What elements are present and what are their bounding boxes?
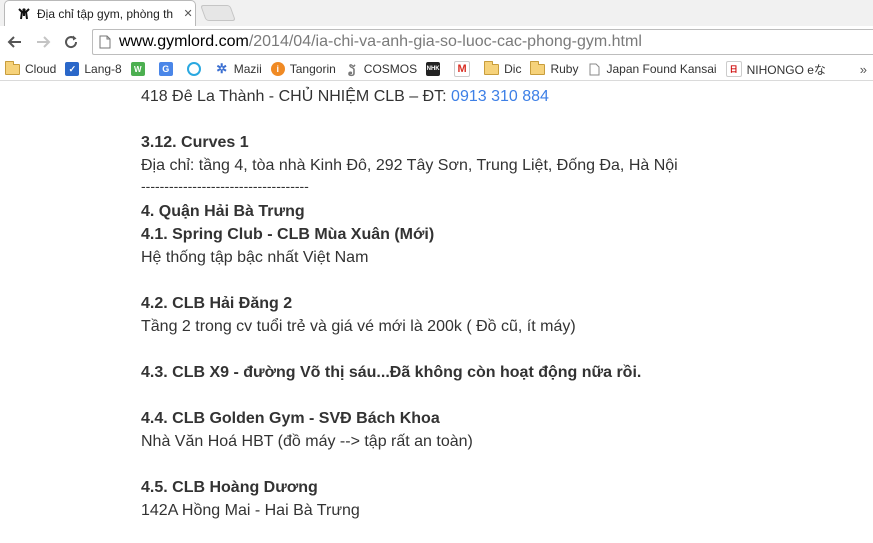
bookmark-label: NIHONGO eな	[746, 62, 826, 77]
section-description: Nhà Văn Hoá HBT (đồ máy --> tập rất an t…	[141, 433, 473, 450]
circle-app-icon	[186, 62, 201, 76]
tab-strip: Địa chỉ tập gym, phòng th ✕	[0, 0, 873, 26]
gymlord-favicon-icon	[17, 7, 31, 21]
bookmark-tangorin[interactable]: i Tangorin	[270, 62, 336, 76]
checkbox-icon: ✓	[65, 62, 80, 76]
bookmark-circle-app[interactable]	[186, 62, 206, 76]
gear-icon: ✲	[216, 61, 228, 76]
close-tab-icon[interactable]: ✕	[181, 7, 195, 20]
bookmark-label: Lang-8	[84, 62, 122, 76]
section-description: Hệ thống tập bậc nhất Việt Nam	[141, 249, 369, 266]
new-tab-button[interactable]	[200, 5, 236, 21]
nihongo-icon: 日	[725, 61, 742, 77]
url-host: www.gymlord.com	[119, 33, 249, 50]
section-description: Tầng 2 trong cv tuổi trẻ và giá vé mới l…	[141, 318, 576, 335]
nhk-icon: NHK	[426, 62, 441, 76]
bookmark-label: Tangorin	[289, 62, 336, 76]
bookmarks-bar: Cloud ✓ Lang-8 W G ✲ Mazii i Tangorin ຽ COSM…	[0, 58, 873, 81]
forward-arrow-icon	[37, 36, 51, 48]
browser-tab[interactable]: Địa chỉ tập gym, phòng th ✕	[4, 0, 196, 26]
folder-icon	[530, 60, 546, 75]
tab-title: Địa chỉ tập gym, phòng th	[37, 6, 174, 21]
section-title: 4.4. CLB Golden Gym - SVĐ Bách Khoa	[141, 410, 440, 427]
contact-text: 418 Đê La Thành - CHỦ NHIỆM CLB – ĐT:	[141, 88, 452, 105]
bookmark-label: Mazii	[233, 62, 262, 76]
bookmark-cloud[interactable]: Cloud	[5, 60, 57, 76]
translate-icon: G	[158, 62, 173, 76]
bookmark-label: Japan Found Kansai	[606, 62, 717, 76]
bookmark-ruby[interactable]: Ruby	[530, 60, 579, 76]
section-title: 3.12. Curves 1	[141, 134, 249, 151]
back-button[interactable]	[2, 29, 28, 55]
bookmark-wordbook[interactable]: W	[130, 62, 150, 76]
folder-icon	[484, 60, 500, 75]
section-title: 4.1. Spring Club - CLB Mùa Xuân (Mới)	[141, 226, 435, 243]
more-bookmarks-icon[interactable]: »	[860, 62, 867, 77]
cosmos-icon: ຽ	[347, 62, 356, 76]
section-address: Địa chỉ: tầng 4, tòa nhà Kinh Đô, 292 Tâ…	[141, 157, 678, 174]
page-icon	[587, 62, 601, 76]
bookmark-translate[interactable]: G	[158, 62, 178, 76]
wordbook-icon: W	[130, 62, 145, 76]
bookmark-japan-found-kansai[interactable]: Japan Found Kansai	[587, 62, 717, 76]
back-arrow-icon	[7, 36, 21, 48]
section-title: 4.2. CLB Hải Đăng 2	[141, 295, 293, 312]
bookmark-nhk[interactable]: NHK	[426, 62, 445, 76]
reload-button[interactable]	[58, 29, 84, 55]
bookmark-label: Dic	[504, 62, 522, 76]
section-description: 142A Hồng Mai - Hai Bà Trưng	[141, 502, 360, 519]
browser-toolbar: www.gymlord.com/2014/04/ia-chi-va-anh-gi…	[0, 26, 873, 58]
bookmark-mazii[interactable]: ✲ Mazii	[215, 61, 262, 76]
gmail-icon: M	[454, 61, 471, 77]
divider: ------------------------------------	[141, 178, 309, 194]
contact-line: 418 Đê La Thành - CHỦ NHIỆM CLB – ĐT: 09…	[141, 88, 549, 106]
bookmark-gmail[interactable]: M	[454, 61, 475, 77]
section-title: 4.5. CLB Hoàng Dương	[141, 479, 318, 496]
bookmark-nihongo[interactable]: 日 NIHONGO eな	[725, 61, 826, 78]
address-bar[interactable]: www.gymlord.com/2014/04/ia-chi-va-anh-gi…	[92, 29, 873, 55]
url-path: /2014/04/ia-chi-va-anh-gia-so-luoc-cac-p…	[248, 33, 642, 50]
page-icon	[97, 34, 113, 50]
bookmark-cosmos[interactable]: ຽ COSMOS	[345, 62, 417, 76]
bookmark-dic[interactable]: Dic	[484, 60, 522, 76]
reload-icon	[65, 35, 78, 49]
district-heading: 4. Quận Hải Bà Trưng	[141, 203, 305, 220]
info-icon: i	[270, 62, 285, 76]
bookmark-label: Ruby	[550, 62, 579, 76]
bookmark-lang8[interactable]: ✓ Lang-8	[65, 62, 122, 76]
section-title: 4.3. CLB X9 - đường Võ thị sáu...Đã khôn…	[141, 364, 642, 381]
bookmark-label: Cloud	[25, 62, 57, 76]
phone-link[interactable]: 0913 310 884	[451, 88, 549, 105]
bookmark-label: COSMOS	[363, 62, 418, 76]
folder-icon	[5, 60, 20, 75]
forward-button[interactable]	[30, 29, 56, 55]
